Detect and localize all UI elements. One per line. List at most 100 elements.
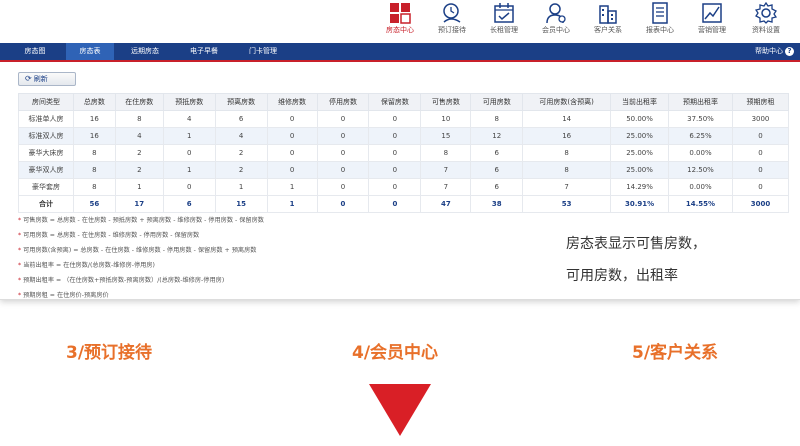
tab-room-table[interactable]: 房态表 [66, 43, 114, 60]
table-row: 标准单人房 16 8 4 6 0 0 0 10 8 14 50.00% 37.50% 3000 [18, 110, 790, 128]
table-cell: 6 [470, 178, 524, 196]
table-cell: 0 [731, 144, 790, 162]
column-header: 预期出租率 [668, 93, 733, 111]
table-cell: 16 [72, 110, 116, 128]
table-cell: 0 [368, 161, 422, 179]
table-cell: 2 [214, 161, 268, 179]
building-icon [599, 5, 617, 24]
help-icon: ? [785, 46, 794, 56]
table-cell: 25.00% [610, 144, 670, 162]
nav-divider [0, 60, 800, 62]
toolbar-label: 资料设置 [752, 26, 780, 34]
table-cell: 8 [72, 144, 116, 162]
table-cell: 3000 [731, 110, 790, 128]
table-cell: 1 [266, 178, 318, 196]
table-cell: 14 [522, 110, 612, 128]
table-cell: 2 [214, 144, 268, 162]
note-text: 预期房租 = 在住房价-预离房价 [23, 292, 109, 299]
column-header: 可用房数(含预离) [522, 93, 612, 111]
chart-icon [702, 3, 722, 23]
caption-text: 房态表显示可售房数， 可用房数，出租率 [566, 228, 786, 292]
toolbar-report[interactable]: 报表中心 [634, 2, 686, 42]
main-toolbar: 房态中心 预订接待 长租管理 会员中心 客户关系 报表中心 营销管理 资料设置 [0, 0, 800, 43]
table-cell: 15 [420, 127, 472, 145]
toolbar-marketing[interactable]: 营销管理 [686, 2, 738, 42]
table-cell: 10 [420, 110, 472, 128]
refresh-button[interactable]: ⟳ 刷新 [18, 72, 76, 86]
table-cell: 14.29% [610, 178, 670, 196]
table-cell: 0 [266, 110, 318, 128]
room-type-cell: 标准单人房 [18, 110, 74, 128]
table-cell: 15 [214, 195, 268, 213]
tab-future-status[interactable]: 远期房态 [120, 43, 170, 60]
table-cell: 1 [162, 127, 216, 145]
refresh-label: 刷新 [33, 75, 48, 83]
toolbar-label: 报表中心 [646, 26, 674, 34]
table-cell: 0 [162, 144, 216, 162]
table-total-row: 合计 56 17 6 15 1 0 0 47 38 53 30.91% 14.55% 3000 [18, 195, 790, 213]
room-type-cell: 合计 [18, 195, 74, 213]
table-cell: 8 [522, 144, 612, 162]
asterisk-icon: * [18, 217, 22, 224]
feature-title-customer: 5/客户关系 [632, 343, 719, 363]
table-cell: 8 [470, 110, 524, 128]
caption-line: 可用房数，出租率 [566, 268, 678, 284]
reception-icon [443, 3, 461, 23]
room-type-cell: 豪华双人房 [18, 161, 74, 179]
note-text: 可用房数(含预离) = 总房数 - 在住房数 - 维修房数 - 停用房数 - 保… [23, 247, 257, 254]
formula-notes: * 可售房数 = 总房数 - 在住房数 - 预抵房数 + 预离房数 - 维修房数 … [18, 213, 478, 303]
table-cell: 8 [114, 110, 164, 128]
table-cell: 0 [731, 127, 790, 145]
tab-card-management[interactable]: 门卡管理 [236, 43, 290, 60]
gear-icon [755, 2, 777, 24]
toolbar-label: 长租管理 [490, 26, 518, 34]
toolbar-long-rent[interactable]: 长租管理 [478, 2, 530, 42]
table-cell: 2 [114, 144, 164, 162]
formula-note: * 当前出租率 = 在住房数/(总房数-维修房-停用房) [18, 258, 478, 273]
formula-note: * 可用房数(含预离) = 总房数 - 在住房数 - 维修房数 - 停用房数 - … [18, 243, 478, 258]
table-cell: 2 [114, 161, 164, 179]
member-icon [546, 3, 566, 24]
column-header: 停用房数 [316, 93, 370, 111]
toolbar-settings[interactable]: 资料设置 [740, 2, 792, 42]
tab-breakfast[interactable]: 电子早餐 [178, 43, 230, 60]
table-cell: 4 [162, 110, 216, 128]
table-cell: 6 [470, 161, 524, 179]
nav-bar: 房态图 房态表 远期房态 电子早餐 门卡管理 帮助中心? [0, 43, 800, 60]
asterisk-icon: * [18, 232, 22, 239]
table-cell: 37.50% [668, 110, 733, 128]
table-cell: 8 [522, 161, 612, 179]
table-cell: 14.55% [668, 195, 733, 213]
table-cell: 50.00% [610, 110, 670, 128]
note-text: 当前出租率 = 在住房数/(总房数-维修房-停用房) [23, 262, 155, 269]
table-cell: 8 [420, 144, 472, 162]
room-status-icon [390, 3, 411, 24]
column-header: 预抵房数 [162, 93, 216, 111]
table-cell: 1 [162, 161, 216, 179]
toolbar-customer[interactable]: 客户关系 [582, 2, 634, 42]
formula-note: * 可售房数 = 总房数 - 在住房数 - 预抵房数 + 预离房数 - 维修房数 … [18, 213, 478, 228]
toolbar-room-status[interactable]: 房态中心 [374, 2, 426, 42]
help-center-label: 帮助中心 [755, 47, 783, 55]
table-cell: 0 [316, 161, 370, 179]
table-cell: 16 [522, 127, 612, 145]
tab-room-map[interactable]: 房态图 [12, 43, 58, 60]
table-cell: 6 [214, 110, 268, 128]
help-center-link[interactable]: 帮助中心? [755, 43, 794, 60]
table-cell: 0 [368, 110, 422, 128]
note-text: 可售房数 = 总房数 - 在住房数 - 预抵房数 + 预离房数 - 维修房数 -… [23, 217, 264, 224]
table-cell: 1 [266, 195, 318, 213]
table-cell: 25.00% [610, 161, 670, 179]
table-row: 豪华大床房 8 2 0 2 0 0 0 8 6 8 25.00% 0.00% 0 [18, 144, 790, 162]
asterisk-icon: * [18, 262, 22, 269]
column-header: 保留房数 [368, 93, 422, 111]
column-header: 房间类型 [18, 93, 74, 111]
table-cell: 0 [316, 195, 370, 213]
note-text: 预期出租率 = （在住房数+预抵房数-预离房数）/(总房数-维修房-停用房) [23, 277, 225, 284]
toolbar-reception[interactable]: 预订接待 [426, 2, 478, 42]
room-type-cell: 豪华套房 [18, 178, 74, 196]
table-cell: 0.00% [668, 178, 733, 196]
table-cell: 0 [266, 161, 318, 179]
toolbar-member[interactable]: 会员中心 [530, 2, 582, 42]
toolbar-label: 营销管理 [698, 26, 726, 34]
